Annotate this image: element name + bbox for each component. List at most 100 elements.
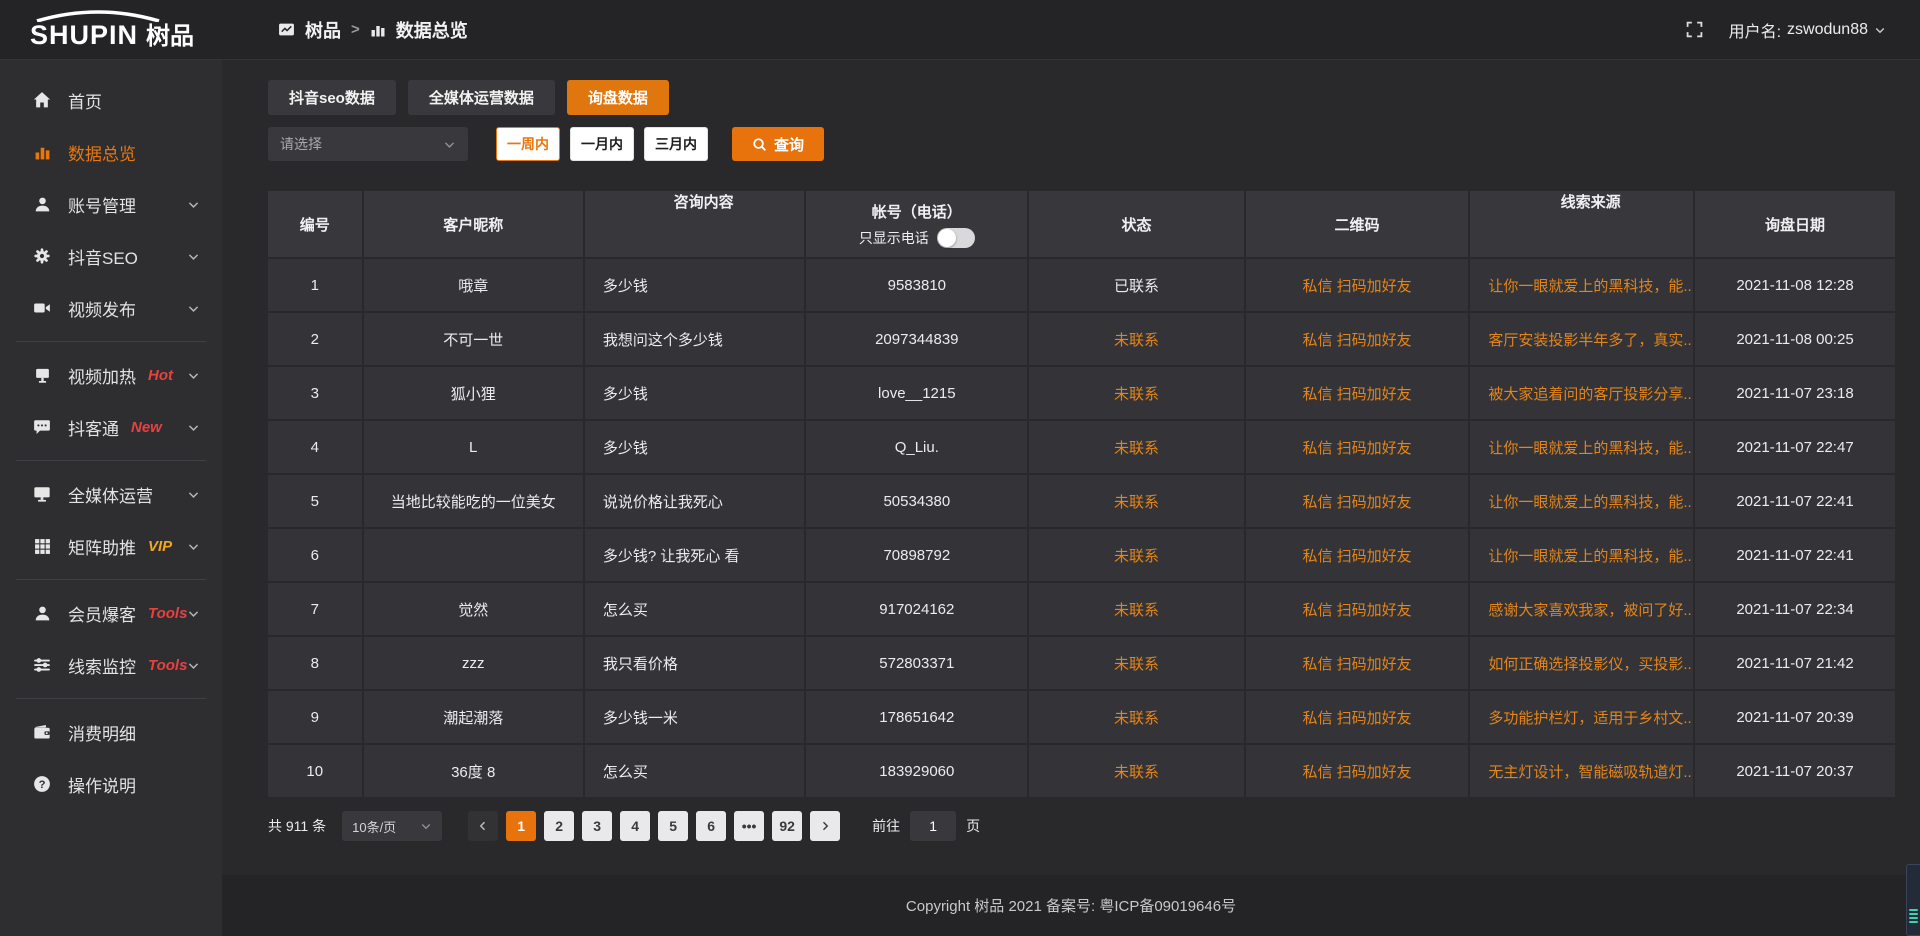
main-content: 抖音seo数据全媒体运营数据询盘数据 请选择 一周内一月内三月内 查询 编号 客… [222, 60, 1920, 936]
cell-id: 10 [268, 745, 362, 797]
cell-qrcode-link[interactable]: 私信 扫码加好友 [1246, 529, 1469, 581]
cell-source-link[interactable]: 感谢大家喜欢我家，被问了好... [1470, 583, 1693, 635]
user-menu[interactable]: 用户名: zswodun88 [1729, 18, 1886, 42]
cell-content: 多少钱? 让我死心 看 [585, 529, 804, 581]
sidebar-item-badge: New [131, 419, 162, 436]
phone-only-label: 只显示电话 [859, 228, 929, 248]
page-button-2[interactable]: 2 [544, 811, 574, 841]
svg-text:?: ? [39, 779, 46, 791]
chevron-down-icon [187, 421, 200, 434]
col-header-status: 状态 [1029, 191, 1244, 257]
page-button-•••[interactable]: ••• [734, 811, 764, 841]
cell-source-link[interactable]: 让你一眼就爱上的黑科技，能... [1470, 529, 1693, 581]
cell-qrcode-link[interactable]: 私信 扫码加好友 [1246, 259, 1469, 311]
cell-source-link[interactable]: 客厅安装投影半年多了，真实... [1470, 313, 1693, 365]
sidebar-item-8[interactable]: 全媒体运营 [0, 468, 222, 520]
breadcrumb-item-home[interactable]: 树品 [305, 17, 341, 43]
sidebar-item-1[interactable]: 首页 [0, 74, 222, 126]
page-button-4[interactable]: 4 [620, 811, 650, 841]
tab-1[interactable]: 抖音seo数据 [268, 80, 396, 115]
sidebar-divider [16, 579, 206, 580]
cell-content: 多少钱 [585, 421, 804, 473]
cell-date: 2021-11-07 20:37 [1695, 745, 1895, 797]
col-header-content: 咨询内容 [585, 191, 804, 257]
prev-page-button[interactable] [468, 811, 498, 841]
chevron-down-icon [443, 138, 456, 151]
cell-date: 2021-11-07 22:47 [1695, 421, 1895, 473]
sidebar-item-11[interactable]: 线索监控Tools [0, 639, 222, 691]
page-button-3[interactable]: 3 [582, 811, 612, 841]
total-count: 共 911 条 [268, 816, 326, 836]
cell-qrcode-link[interactable]: 私信 扫码加好友 [1246, 691, 1469, 743]
sidebar-item-badge: VIP [148, 538, 172, 555]
cell-qrcode-link[interactable]: 私信 扫码加好友 [1246, 313, 1469, 365]
cell-qrcode-link[interactable]: 私信 扫码加好友 [1246, 583, 1469, 635]
page-button-1[interactable]: 1 [506, 811, 536, 841]
sidebar-item-label: 视频发布 [68, 296, 136, 321]
page-size-select[interactable]: 10条/页 [342, 811, 442, 841]
cell-date: 2021-11-07 22:41 [1695, 529, 1895, 581]
sidebar-item-label: 全媒体运营 [68, 482, 153, 507]
cell-source-link[interactable]: 让你一眼就爱上的黑科技，能... [1470, 475, 1693, 527]
tab-3[interactable]: 询盘数据 [567, 80, 669, 115]
sidebar-item-6[interactable]: 视频加热Hot [0, 349, 222, 401]
sidebar-item-13[interactable]: ?操作说明 [0, 758, 222, 810]
chevron-down-icon [187, 302, 200, 315]
cell-status: 已联系 [1029, 259, 1244, 311]
sidebar-item-12[interactable]: 消费明细 [0, 706, 222, 758]
cell-status: 未联系 [1029, 583, 1244, 635]
chart-bar-icon [370, 22, 386, 38]
cell-nickname: 哦章 [364, 259, 583, 311]
cell-qrcode-link[interactable]: 私信 扫码加好友 [1246, 745, 1469, 797]
goto-label: 前往 [872, 816, 900, 836]
sidebar-item-4[interactable]: 抖音SEO [0, 230, 222, 282]
cell-qrcode-link[interactable]: 私信 扫码加好友 [1246, 637, 1469, 689]
page-button-92[interactable]: 92 [772, 811, 802, 841]
cell-source-link[interactable]: 如何正确选择投影仪，买投影... [1470, 637, 1693, 689]
cell-source-link[interactable]: 多功能护栏灯，适用于乡村文... [1470, 691, 1693, 743]
sidebar-item-7[interactable]: 抖客通New [0, 401, 222, 453]
cell-source-link[interactable]: 让你一眼就爱上的黑科技，能... [1470, 421, 1693, 473]
toggle-knob [938, 229, 956, 247]
search-button[interactable]: 查询 [732, 127, 824, 161]
floating-widget[interactable] [1906, 864, 1920, 936]
username-value: zswodun88 [1787, 21, 1868, 39]
tab-2[interactable]: 全媒体运营数据 [408, 80, 555, 115]
cell-qrcode-link[interactable]: 私信 扫码加好友 [1246, 421, 1469, 473]
sidebar-item-9[interactable]: 矩阵助推VIP [0, 520, 222, 572]
sidebar-item-label: 首页 [68, 88, 102, 113]
page-button-5[interactable]: 5 [658, 811, 688, 841]
cell-date: 2021-11-08 12:28 [1695, 259, 1895, 311]
cell-source-link[interactable]: 让你一眼就爱上的黑科技，能... [1470, 259, 1693, 311]
cell-account: 917024162 [806, 583, 1027, 635]
sidebar-divider [16, 698, 206, 699]
period-button-3[interactable]: 三月内 [644, 127, 708, 161]
chat-icon [32, 418, 52, 436]
sidebar-item-5[interactable]: 视频发布 [0, 282, 222, 334]
cell-source-link[interactable]: 无主灯设计，智能磁吸轨道灯... [1470, 745, 1693, 797]
sidebar-item-2[interactable]: 数据总览 [0, 126, 222, 178]
cell-qrcode-link[interactable]: 私信 扫码加好友 [1246, 367, 1469, 419]
next-page-button[interactable] [810, 811, 840, 841]
cell-account: 9583810 [806, 259, 1027, 311]
period-button-2[interactable]: 一月内 [570, 127, 634, 161]
logo-text-cn: 树品 [146, 25, 194, 49]
cell-account: 178651642 [806, 691, 1027, 743]
cell-source-link[interactable]: 被大家追着问的客厅投影分享... [1470, 367, 1693, 419]
cell-nickname: zzz [364, 637, 583, 689]
cell-qrcode-link[interactable]: 私信 扫码加好友 [1246, 475, 1469, 527]
goto-page-input[interactable] [910, 811, 956, 841]
period-button-1[interactable]: 一周内 [496, 127, 560, 161]
sidebar-item-10[interactable]: 会员爆客Tools [0, 587, 222, 639]
phone-only-toggle[interactable] [937, 228, 975, 248]
fullscreen-icon[interactable] [1686, 21, 1703, 38]
breadcrumb-item-current: 数据总览 [396, 17, 468, 43]
chevron-down-icon [187, 540, 200, 553]
page-button-6[interactable]: 6 [696, 811, 726, 841]
footer: Copyright 树品 2021 备案号: 粤ICP备09019646号 [222, 875, 1920, 936]
sidebar-item-3[interactable]: 账号管理 [0, 178, 222, 230]
filter-select[interactable]: 请选择 [268, 127, 468, 161]
pagination: 共 911 条 10条/页 123456•••92 前往 页 [268, 811, 1920, 841]
sidebar-divider [16, 460, 206, 461]
cell-nickname: 不可一世 [364, 313, 583, 365]
